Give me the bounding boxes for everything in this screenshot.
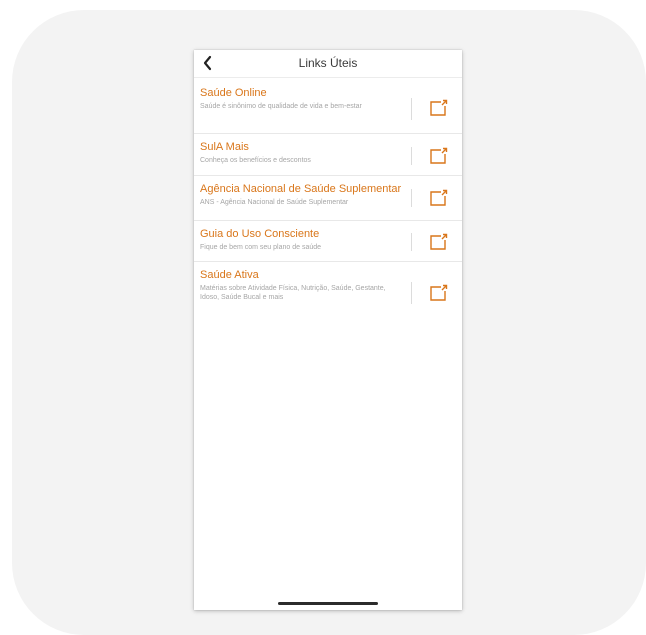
link-title: Guia do Uso Consciente [200,228,320,240]
divider [411,147,412,165]
divider [411,233,412,251]
home-indicator[interactable] [278,602,378,605]
link-title: Saúde Online [200,87,267,99]
link-title: Saúde Ativa [200,269,259,281]
link-subtitle: Conheça os benefícios e descontos [200,157,311,164]
external-link-icon[interactable] [428,147,448,165]
link-subtitle: Saúde é sinônimo de qualidade de vida e … [200,103,362,110]
external-link-icon[interactable] [428,233,448,251]
link-subtitle: Fique de bem com seu plano de saúde [200,244,322,251]
divider [411,98,412,120]
link-subtitle: Matérias sobre Atividade Física, Nutriçã… [200,285,386,301]
list-item-sula-mais[interactable]: SulA Mais Conheça os benefícios e descon… [194,134,462,176]
page-title: Links Úteis [298,56,358,70]
external-link-icon[interactable] [428,99,448,117]
phone-screen: Links Úteis Saúde Online Saúde é sinônim… [194,50,462,610]
link-subtitle: ANS - Agência Nacional de Saúde Suplemen… [200,199,349,206]
divider [411,189,412,207]
navigation-bar: Links Úteis [194,50,462,78]
link-title: SulA Mais [200,141,249,153]
external-link-icon[interactable] [428,189,448,207]
link-title: Agência Nacional de Saúde Suplementar [200,183,402,195]
external-link-icon[interactable] [428,284,448,302]
divider [411,282,412,304]
list-item-guia-uso-consciente[interactable]: Guia do Uso Consciente Fique de bem com … [194,221,462,262]
list-item-ans[interactable]: Agência Nacional de Saúde Suplementar AN… [194,176,462,221]
list-item-saude-ativa[interactable]: Saúde Ativa Matérias sobre Atividade Fís… [194,262,462,322]
links-list: Saúde Online Saúde é sinônimo de qualida… [194,80,462,322]
list-item-saude-online[interactable]: Saúde Online Saúde é sinônimo de qualida… [194,80,462,134]
